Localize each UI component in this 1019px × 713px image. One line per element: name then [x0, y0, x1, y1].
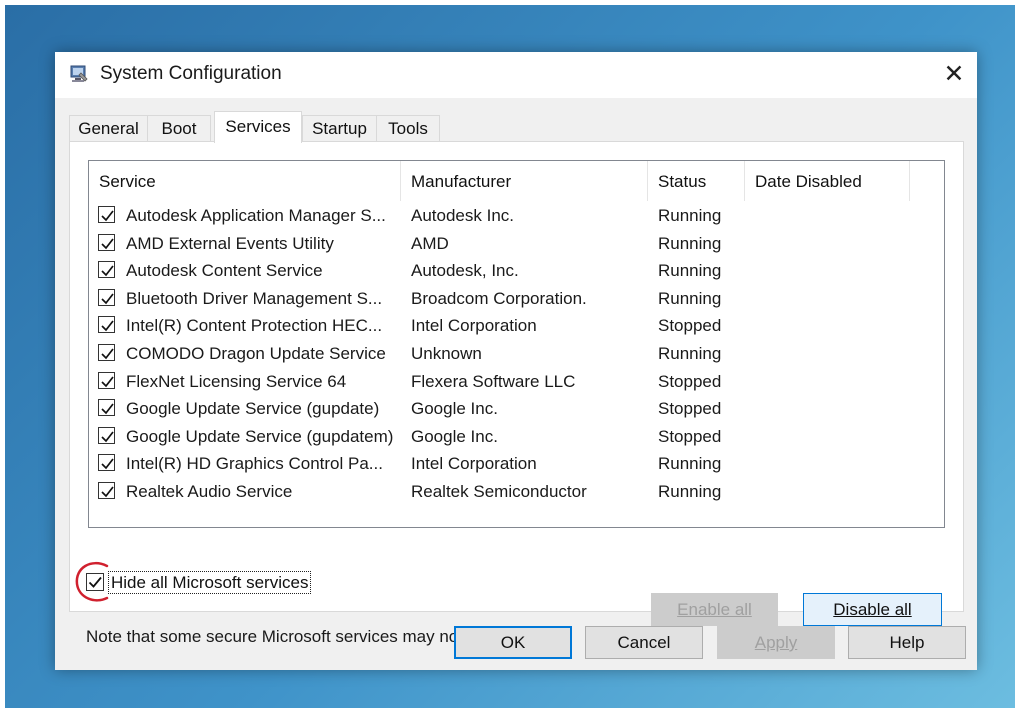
service-manufacturer: Unknown — [411, 344, 482, 363]
service-name: Intel(R) Content Protection HEC... — [126, 316, 383, 336]
services-panel: Service Manufacturer Status Date Disable… — [69, 141, 964, 646]
service-row[interactable]: Realtek Audio Service Realtek Semiconduct… — [89, 478, 944, 505]
service-row[interactable]: Intel(R) HD Graphics Control Pa... Intel … — [89, 450, 944, 477]
service-manufacturer: Realtek Semiconductor — [411, 482, 587, 501]
service-manufacturer: Flexera Software LLC — [411, 371, 576, 391]
service-checkbox[interactable] — [98, 344, 115, 361]
apply-label: Apply — [754, 633, 798, 652]
service-row[interactable]: Autodesk Content Service Autodesk, Inc. Ru… — [89, 257, 944, 284]
title-bar: System Configuration ✕ — [55, 52, 977, 98]
disable-all-button[interactable]: Disable all — [803, 593, 942, 626]
service-name: FlexNet Licensing Service 64 — [126, 371, 347, 391]
service-row[interactable]: Google Update Service (gupdatem) Google I… — [89, 423, 944, 450]
service-name: Autodesk Content Service — [126, 261, 323, 281]
service-manufacturer: Autodesk, Inc. — [411, 261, 519, 281]
service-manufacturer: AMD — [411, 233, 449, 253]
service-name: Realtek Audio Service — [126, 482, 293, 501]
service-row[interactable]: Intel(R) Content Protection HEC... Intel … — [89, 312, 944, 339]
close-button[interactable]: ✕ — [931, 52, 977, 98]
checkmark-icon — [101, 293, 114, 305]
tab-services[interactable]: Services — [214, 111, 302, 143]
checkmark-icon — [101, 376, 114, 387]
service-name: Google Update Service (gupdate) — [126, 399, 380, 419]
service-name: AMD External Events Utility — [126, 233, 334, 253]
tab-boot[interactable]: Boot — [147, 115, 211, 142]
service-checkbox[interactable] — [98, 316, 115, 334]
column-header-date-disabled[interactable]: Date Disabled — [745, 161, 910, 201]
service-name: Google Update Service (gupdatem) — [126, 426, 394, 446]
disable-all-label: Disable all — [833, 600, 912, 619]
service-checkbox[interactable] — [98, 233, 115, 251]
checkmark-icon — [101, 403, 114, 415]
close-icon: ✕ — [943, 60, 965, 88]
service-checkbox[interactable] — [98, 261, 115, 279]
service-status: Running — [658, 288, 722, 308]
service-checkbox[interactable] — [98, 454, 115, 472]
services-list: Service Manufacturer Status Date Disable… — [88, 160, 945, 528]
column-header-service[interactable]: Service — [89, 161, 401, 201]
ok-button[interactable]: OK — [454, 626, 572, 659]
msconfig-icon — [70, 65, 88, 82]
service-status: Running — [658, 261, 722, 281]
service-manufacturer: Intel Corporation — [411, 316, 537, 336]
service-manufacturer: Google Inc. — [411, 426, 498, 446]
checkmark-icon — [101, 348, 114, 360]
enable-all-label: Enable all — [677, 600, 752, 619]
service-row[interactable]: AMD External Events Utility AMD Running — [89, 230, 944, 257]
service-name: Intel(R) HD Graphics Control Pa... — [126, 454, 383, 474]
service-status: Stopped — [658, 371, 722, 391]
checkmark-icon — [101, 431, 114, 443]
service-row[interactable]: Autodesk Application Manager S... Autodes… — [89, 202, 944, 229]
tab-tools[interactable]: Tools — [376, 115, 440, 142]
service-checkbox[interactable] — [98, 288, 115, 306]
checkmark-icon — [101, 320, 114, 332]
checkmark-icon — [101, 265, 114, 277]
service-checkbox[interactable] — [98, 426, 115, 444]
hide-microsoft-services-label[interactable]: Hide all Microsoft services — [108, 571, 312, 594]
service-row[interactable]: Google Update Service (gupdate) Google In… — [89, 395, 944, 422]
cancel-button[interactable]: Cancel — [585, 626, 703, 659]
hide-microsoft-services-checkbox[interactable] — [86, 573, 104, 591]
column-header-status[interactable]: Status — [648, 161, 745, 201]
tab-startup[interactable]: Startup — [302, 115, 377, 142]
checkmark-icon — [101, 238, 114, 249]
checkmark-icon — [88, 576, 102, 588]
service-manufacturer: Intel Corporation — [411, 454, 537, 474]
enable-all-button[interactable]: Enable all — [651, 593, 778, 626]
service-status: Stopped — [658, 399, 722, 419]
apply-button[interactable]: Apply — [717, 626, 835, 659]
service-name: Bluetooth Driver Management S... — [126, 288, 383, 308]
service-row[interactable]: FlexNet Licensing Service 64 Flexera Soft… — [89, 368, 944, 395]
column-header-manufacturer[interactable]: Manufacturer — [401, 161, 648, 201]
service-checkbox[interactable] — [98, 399, 115, 417]
service-checkbox[interactable] — [98, 206, 115, 223]
checkmark-icon — [101, 486, 114, 498]
checkmark-icon — [101, 458, 114, 470]
system-configuration-window: System Configuration ✕ General Boot Serv… — [55, 52, 977, 670]
help-button[interactable]: Help — [848, 626, 966, 659]
service-checkbox[interactable] — [98, 482, 115, 499]
service-status: Stopped — [658, 426, 722, 446]
service-status: Running — [658, 233, 722, 253]
service-status: Running — [658, 344, 722, 363]
service-name: COMODO Dragon Update Service — [126, 344, 386, 363]
window-title: System Configuration — [100, 63, 282, 84]
service-name: Autodesk Application Manager S... — [126, 206, 386, 225]
service-status: Running — [658, 482, 722, 501]
service-status: Stopped — [658, 316, 722, 336]
tab-general[interactable]: General — [69, 115, 148, 142]
service-row[interactable]: COMODO Dragon Update Service Unknown Runni… — [89, 340, 944, 367]
service-status: Running — [658, 206, 722, 225]
service-manufacturer: Broadcom Corporation. — [411, 288, 587, 308]
service-status: Running — [658, 454, 722, 474]
service-manufacturer: Autodesk Inc. — [411, 206, 515, 225]
service-row[interactable]: Bluetooth Driver Management S... Broadcom… — [89, 285, 944, 312]
service-checkbox[interactable] — [98, 371, 115, 389]
checkmark-icon — [101, 210, 114, 222]
service-manufacturer: Google Inc. — [411, 399, 498, 419]
